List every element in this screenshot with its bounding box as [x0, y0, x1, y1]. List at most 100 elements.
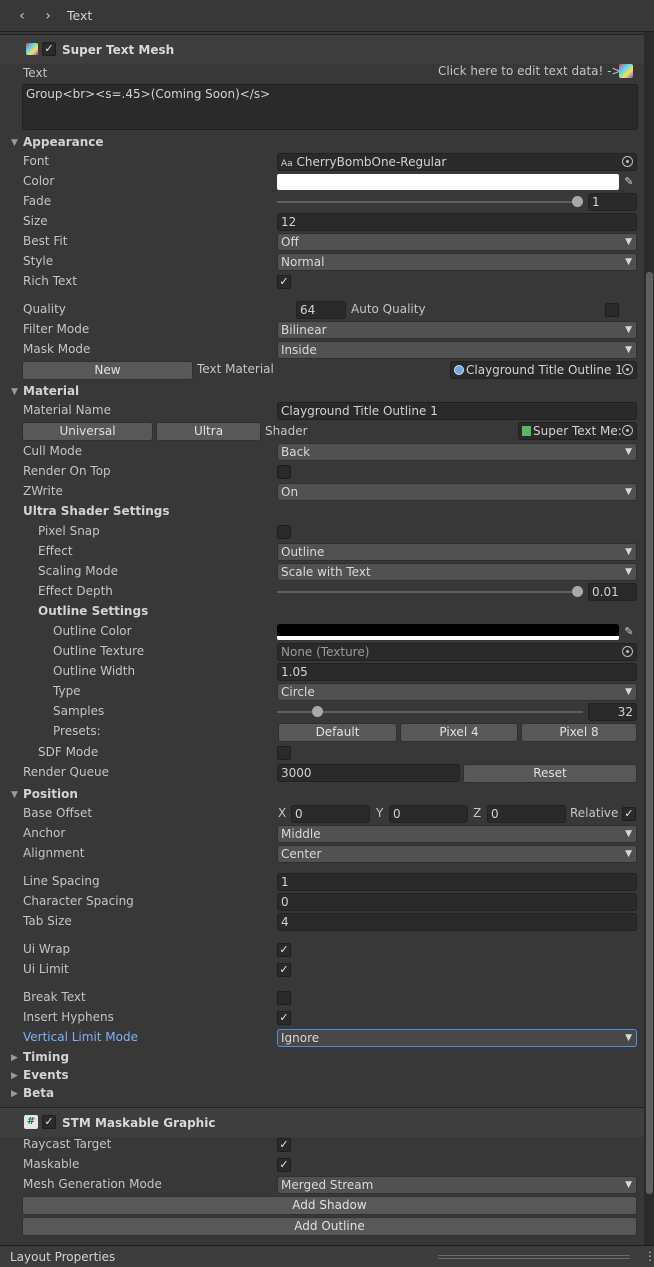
rich-text-checkbox[interactable]: ✓: [277, 275, 291, 289]
preset-pixel8-button[interactable]: Pixel 8: [521, 723, 637, 742]
anchor-dropdown[interactable]: Middle ▼: [277, 825, 637, 843]
type-dropdown[interactable]: Circle ▼: [277, 683, 637, 701]
fade-value-field[interactable]: 1: [588, 193, 637, 211]
render-queue-field[interactable]: 3000: [277, 764, 460, 782]
effect-depth-value-field[interactable]: 0.01: [588, 583, 637, 601]
fade-slider-thumb[interactable]: [572, 196, 583, 207]
render-on-top-checkbox[interactable]: [277, 465, 291, 479]
effect-dropdown[interactable]: Outline ▼: [277, 543, 637, 561]
beta-foldout-arrow-icon[interactable]: ▶: [11, 1089, 18, 1099]
events-section-title[interactable]: Events: [23, 1068, 69, 1082]
object-picker-icon[interactable]: [622, 364, 633, 375]
ui-wrap-checkbox[interactable]: ✓: [277, 943, 291, 957]
outline-texture-field[interactable]: None (Texture): [277, 643, 637, 661]
pixel-snap-checkbox[interactable]: [277, 525, 291, 539]
relative-checkbox[interactable]: ✓: [622, 807, 636, 821]
shader-asset-icon: [522, 426, 531, 436]
new-material-button[interactable]: New: [22, 361, 193, 380]
insert-hyphens-checkbox[interactable]: ✓: [277, 1011, 291, 1025]
preset-default-button[interactable]: Default: [278, 723, 397, 742]
text-input[interactable]: Group<br><s=.45>(Coming Soon)</s>: [22, 84, 638, 130]
material-foldout-arrow-icon[interactable]: ▼: [11, 387, 18, 397]
timing-foldout-arrow-icon[interactable]: ▶: [11, 1053, 18, 1063]
fade-label: Fade: [23, 194, 52, 208]
base-offset-z-field[interactable]: 0: [487, 805, 566, 823]
edit-text-data-link[interactable]: Click here to edit text data! ->: [438, 64, 622, 78]
quality-field[interactable]: 64: [296, 301, 346, 319]
scaling-mode-dropdown[interactable]: Scale with Text ▼: [277, 563, 637, 581]
preset-pixel4-button[interactable]: Pixel 4: [400, 723, 518, 742]
font-field[interactable]: Aa CherryBombOne-Regular: [277, 153, 637, 171]
style-dropdown[interactable]: Normal ▼: [277, 253, 637, 271]
super-text-mesh-header[interactable]: ✓ Super Text Mesh: [0, 34, 644, 64]
maskable-checkbox[interactable]: ✓: [277, 1158, 291, 1172]
shader-label: Shader: [265, 424, 308, 438]
position-foldout-arrow-icon[interactable]: ▼: [11, 790, 18, 800]
tab-size-field[interactable]: 4: [277, 913, 637, 931]
appearance-foldout-arrow-icon[interactable]: ▼: [11, 138, 18, 148]
scrollbar-thumb[interactable]: [646, 272, 653, 1194]
effect-depth-slider-thumb[interactable]: [572, 586, 583, 597]
resize-grip[interactable]: [438, 1255, 630, 1259]
raycast-target-checkbox[interactable]: ✓: [277, 1138, 291, 1152]
best-fit-dropdown[interactable]: Off ▼: [277, 233, 637, 251]
universal-button[interactable]: Universal: [22, 422, 153, 441]
ultra-button[interactable]: Ultra: [156, 422, 261, 441]
forward-arrow-icon[interactable]: ›: [39, 7, 57, 25]
anchor-label: Anchor: [23, 826, 66, 840]
chevron-down-icon: ▼: [625, 257, 632, 267]
add-shadow-button[interactable]: Add Shadow: [22, 1196, 637, 1215]
sdf-mode-checkbox[interactable]: [277, 746, 291, 760]
component-enabled-checkbox[interactable]: ✓: [42, 1115, 56, 1129]
component-enabled-checkbox[interactable]: ✓: [42, 42, 56, 56]
cull-mode-dropdown[interactable]: Back ▼: [277, 443, 637, 461]
shader-field[interactable]: Super Text Me:: [518, 422, 637, 440]
samples-value-field[interactable]: 32: [588, 703, 637, 721]
object-picker-icon[interactable]: [622, 425, 633, 436]
back-arrow-icon[interactable]: ‹: [13, 7, 31, 25]
zwrite-dropdown[interactable]: On ▼: [277, 483, 637, 501]
filter-mode-dropdown[interactable]: Bilinear ▼: [277, 321, 637, 339]
material-section-title[interactable]: Material: [23, 384, 79, 398]
outline-settings-title: Outline Settings: [38, 604, 149, 618]
character-spacing-field[interactable]: 0: [277, 893, 637, 911]
object-picker-icon[interactable]: [622, 646, 633, 657]
auto-quality-checkbox[interactable]: [605, 303, 619, 317]
events-foldout-arrow-icon[interactable]: ▶: [11, 1071, 18, 1081]
break-text-checkbox[interactable]: [277, 991, 291, 1005]
text-data-icon[interactable]: [619, 64, 633, 78]
position-section-title[interactable]: Position: [23, 787, 78, 801]
more-options-icon[interactable]: ⋮: [644, 1249, 654, 1263]
effect-depth-slider-track[interactable]: [277, 591, 580, 593]
size-field[interactable]: 12: [277, 213, 637, 231]
base-offset-y-field[interactable]: 0: [389, 805, 468, 823]
cull-mode-value: Back: [281, 445, 311, 459]
fade-slider-track[interactable]: [277, 201, 580, 203]
reset-button[interactable]: Reset: [463, 764, 637, 783]
mesh-generation-mode-dropdown[interactable]: Merged Stream ▼: [277, 1176, 637, 1194]
text-material-field[interactable]: Clayground Title Outline 1: [450, 361, 637, 379]
color-swatch[interactable]: [277, 174, 619, 190]
alignment-dropdown[interactable]: Center ▼: [277, 845, 637, 863]
object-picker-icon[interactable]: [622, 156, 633, 167]
mesh-generation-mode-label: Mesh Generation Mode: [23, 1177, 162, 1191]
beta-section-title[interactable]: Beta: [23, 1086, 54, 1100]
ui-limit-checkbox[interactable]: ✓: [277, 963, 291, 977]
layout-properties-bar[interactable]: Layout Properties ⋮: [0, 1245, 654, 1267]
appearance-section-title[interactable]: Appearance: [23, 135, 104, 149]
ui-wrap-label: Ui Wrap: [23, 942, 71, 956]
samples-slider-thumb[interactable]: [312, 706, 323, 717]
timing-section-title[interactable]: Timing: [23, 1050, 69, 1064]
material-name-field[interactable]: Clayground Title Outline 1: [277, 402, 637, 420]
chevron-down-icon: ▼: [625, 567, 632, 577]
outline-color-swatch[interactable]: [277, 624, 619, 640]
mask-mode-dropdown[interactable]: Inside ▼: [277, 341, 637, 359]
outline-width-field[interactable]: 1.05: [277, 663, 637, 681]
stm-maskable-graphic-header[interactable]: # ✓ STM Maskable Graphic: [0, 1107, 644, 1137]
eyedropper-icon[interactable]: ✎: [620, 173, 638, 191]
add-outline-button[interactable]: Add Outline: [22, 1217, 637, 1236]
eyedropper-icon[interactable]: ✎: [620, 623, 638, 641]
base-offset-x-field[interactable]: 0: [291, 805, 370, 823]
vertical-limit-mode-dropdown[interactable]: Ignore ▼: [277, 1029, 637, 1047]
line-spacing-field[interactable]: 1: [277, 873, 637, 891]
